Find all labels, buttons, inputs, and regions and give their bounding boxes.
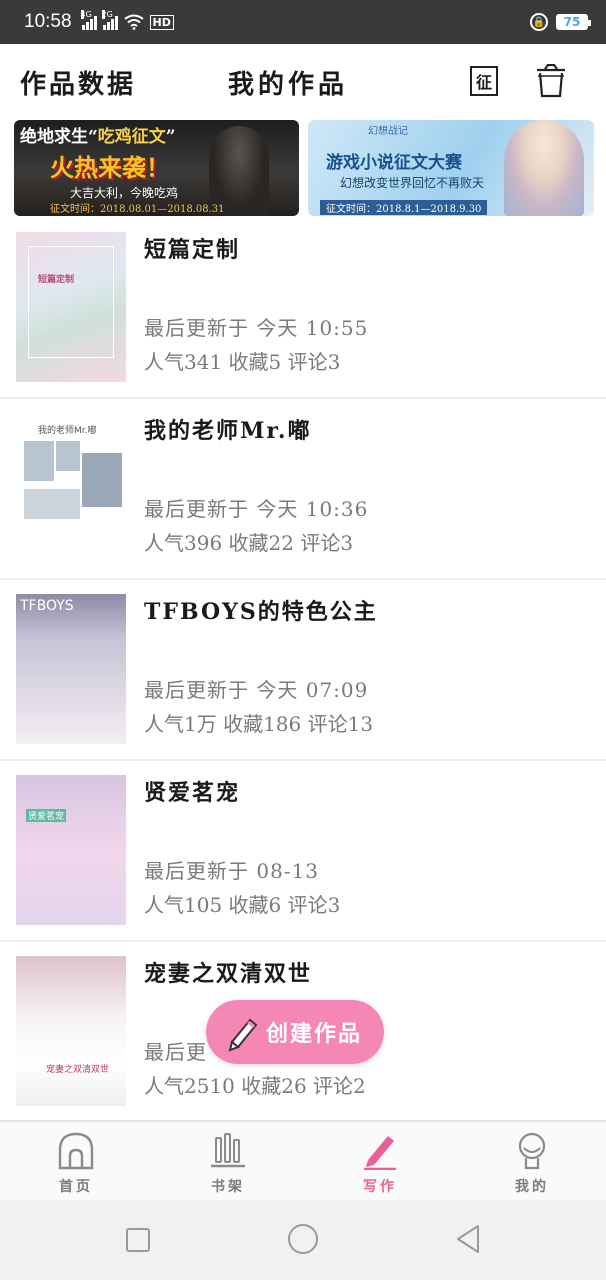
pencil-icon <box>228 1018 258 1052</box>
work-title: 短篇定制 <box>144 237 241 263</box>
tab-write-label: 写作 <box>363 1179 397 1195</box>
rotation-lock-icon: 🔒 <box>530 13 548 31</box>
game-novel-contest-banner[interactable]: 幻想战记 游戏小说征文大赛 幻想改变世界回忆不再败天 征文时间：2018.8.1… <box>308 120 594 216</box>
anime-girl-image <box>504 120 584 216</box>
home-button[interactable] <box>288 1224 318 1254</box>
battery-icon: 75 <box>556 14 591 30</box>
banner-2-date: 征文时间：2018.8.1—2018.9.30 <box>320 200 488 215</box>
work-updated: 最后更新于 今天 10:55 <box>144 316 369 340</box>
work-stats: 人气341 收藏5 评论3 <box>144 350 341 374</box>
wifi-icon <box>123 14 144 30</box>
cover-title: 贤爱茗宠 <box>26 809 67 822</box>
work-title: TFBOYS的特色公主 <box>144 599 378 625</box>
work-stats: 人气396 收藏22 评论3 <box>144 531 354 555</box>
banner-2-logo: 幻想战记 <box>368 126 408 137</box>
work-updated: 最后更新于 今天 10:36 <box>144 497 369 521</box>
recent-apps-button[interactable] <box>126 1228 150 1252</box>
work-title: 我的老师Mr.嘟 <box>144 418 312 444</box>
cover-title: 短篇定制 <box>38 275 75 285</box>
work-cover: TFBOYS <box>16 594 126 744</box>
work-cover: 贤爱茗宠 <box>16 775 126 925</box>
trash-icon[interactable] <box>536 64 566 98</box>
pen-icon <box>364 1136 396 1170</box>
work-stats: 人气2510 收藏26 评论2 <box>144 1074 366 1098</box>
tab-home[interactable]: 首页 <box>26 1122 126 1202</box>
contest-button[interactable]: 征 <box>470 66 498 96</box>
banner-1-headline: 绝地求生“吃鸡征文” <box>20 127 176 147</box>
work-stats: 人气105 收藏6 评论3 <box>144 893 341 917</box>
tab-profile-label: 我的 <box>515 1179 549 1195</box>
create-work-label: 创建作品 <box>266 1021 363 1047</box>
work-cover: 宠妻之双清双世 <box>16 956 126 1106</box>
work-updated: 最后更 <box>144 1040 207 1064</box>
cover-title: 宠妻之双清双世 <box>46 1065 110 1075</box>
work-title: 贤爱茗宠 <box>144 780 241 806</box>
work-cover: 我的老师Mr.嘟 <box>16 413 126 563</box>
app-header: 作品数据 我的作品 征 <box>0 44 606 120</box>
bottom-tab-bar: 首页 书架 写作 我的 <box>0 1120 606 1200</box>
home-icon <box>58 1132 94 1170</box>
cover-title: TFBOYS <box>20 598 74 614</box>
banner-1-date: 征文时间：2018.08.01—2018.08.31 <box>50 204 225 215</box>
work-item[interactable]: 我的老师Mr.嘟 我的老师Mr.嘟 最后更新于 今天 10:36 人气396 收… <box>0 399 606 580</box>
banner-2-subtitle: 幻想改变世界回忆不再败天 <box>340 176 485 190</box>
network-type-label-2: 2G <box>101 10 113 19</box>
cover-title: 我的老师Mr.嘟 <box>38 426 97 436</box>
work-updated: 最后更新于 08-13 <box>144 859 320 883</box>
banner-1-slogan: 大吉大利，今晚吃鸡 <box>70 186 179 200</box>
status-time: 10:58 <box>24 11 72 32</box>
work-cover: 短篇定制 <box>16 232 126 382</box>
system-nav-bar <box>0 1200 606 1280</box>
work-item[interactable]: TFBOYS TFBOYS的特色公主 最后更新于 今天 07:09 人气1万 收… <box>0 580 606 761</box>
hd-icon: HD <box>149 14 174 30</box>
tab-home-label: 首页 <box>59 1179 93 1195</box>
pubg-contest-banner[interactable]: 绝地求生“吃鸡征文” 火热来袭！ 大吉大利，今晚吃鸡 征文时间：2018.08.… <box>14 120 299 216</box>
signal-icon-2: 2G <box>101 10 118 30</box>
work-item[interactable]: 贤爱茗宠 贤爱茗宠 最后更新于 08-13 人气105 收藏6 评论3 <box>0 761 606 942</box>
tab-profile[interactable]: 我的 <box>482 1122 582 1202</box>
work-stats: 人气1万 收藏186 评论13 <box>144 712 374 736</box>
tab-bookshelf[interactable]: 书架 <box>178 1122 278 1202</box>
banner-1-big-text: 火热来袭！ <box>50 153 170 182</box>
tab-write[interactable]: 写作 <box>330 1122 430 1202</box>
promo-banners: 绝地求生“吃鸡征文” 火热来袭！ 大吉大利，今晚吃鸡 征文时间：2018.08.… <box>0 120 606 218</box>
network-type-label: 4G <box>80 10 92 19</box>
signal-icon: 4G <box>80 10 97 30</box>
work-item[interactable]: 短篇定制 短篇定制 最后更新于 今天 10:55 人气341 收藏5 评论3 <box>0 218 606 399</box>
status-bar: 10:58 4G 2G HD 🔒 75 <box>0 0 606 44</box>
create-work-button[interactable]: 创建作品 <box>206 1000 384 1064</box>
page-title: 我的作品 <box>228 70 349 100</box>
back-button[interactable] <box>454 1224 482 1254</box>
banner-2-title: 游戏小说征文大赛 <box>326 153 462 173</box>
work-title: 宠妻之双清双世 <box>144 961 313 987</box>
tab-bookshelf-label: 书架 <box>211 1179 245 1195</box>
works-data-link[interactable]: 作品数据 <box>20 64 136 101</box>
bookshelf-icon <box>211 1133 245 1168</box>
profile-icon <box>518 1132 546 1170</box>
work-updated: 最后更新于 今天 07:09 <box>144 678 369 702</box>
